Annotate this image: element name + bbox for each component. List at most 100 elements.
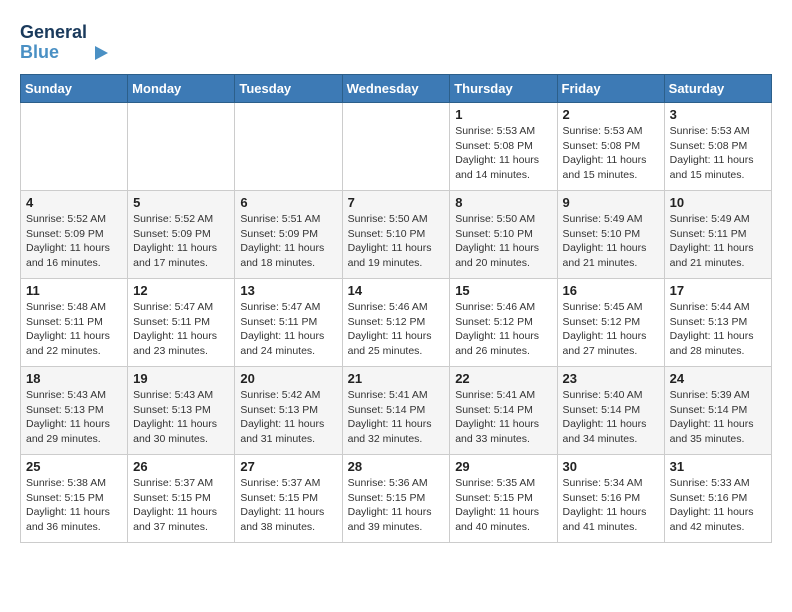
day-info: Sunrise: 5:50 AMSunset: 5:10 PMDaylight:… (455, 212, 551, 271)
calendar-cell: 21 Sunrise: 5:41 AMSunset: 5:14 PMDayligh… (342, 367, 450, 455)
calendar-cell: 12 Sunrise: 5:47 AMSunset: 5:11 PMDayligh… (128, 279, 235, 367)
day-number: 20 (240, 371, 336, 386)
day-info: Sunrise: 5:53 AMSunset: 5:08 PMDaylight:… (563, 124, 659, 183)
day-info: Sunrise: 5:48 AMSunset: 5:11 PMDaylight:… (26, 300, 122, 359)
calendar-cell: 3 Sunrise: 5:53 AMSunset: 5:08 PMDaylight… (664, 103, 771, 191)
calendar-cell: 20Sunrise: 5:42 AMSunset: 5:13 PMDayligh… (235, 367, 342, 455)
calendar-cell (342, 103, 450, 191)
day-number: 15 (455, 283, 551, 298)
weekday-header-friday: Friday (557, 75, 664, 103)
day-info: Sunrise: 5:50 AMSunset: 5:10 PMDaylight:… (348, 212, 445, 271)
day-number: 9 (563, 195, 659, 210)
logo-icon: GeneralBlue (20, 20, 110, 64)
svg-text:General: General (20, 22, 87, 42)
calendar-cell: 11 Sunrise: 5:48 AMSunset: 5:11 PMDayligh… (21, 279, 128, 367)
day-info: Sunrise: 5:46 AMSunset: 5:12 PMDaylight:… (348, 300, 445, 359)
calendar-cell: 4 Sunrise: 5:52 AMSunset: 5:09 PMDaylight… (21, 191, 128, 279)
calendar-cell: 30 Sunrise: 5:34 AMSunset: 5:16 PMDayligh… (557, 455, 664, 543)
calendar-cell: 14Sunrise: 5:46 AMSunset: 5:12 PMDayligh… (342, 279, 450, 367)
calendar-cell: 24 Sunrise: 5:39 AMSunset: 5:14 PMDayligh… (664, 367, 771, 455)
day-info: Sunrise: 5:53 AMSunset: 5:08 PMDaylight:… (670, 124, 766, 183)
calendar-cell: 25Sunrise: 5:38 AMSunset: 5:15 PMDayligh… (21, 455, 128, 543)
day-info: Sunrise: 5:43 AMSunset: 5:13 PMDaylight:… (133, 388, 229, 447)
calendar-cell (21, 103, 128, 191)
calendar-cell: 19Sunrise: 5:43 AMSunset: 5:13 PMDayligh… (128, 367, 235, 455)
day-number: 1 (455, 107, 551, 122)
day-number: 21 (348, 371, 445, 386)
calendar-cell: 26 Sunrise: 5:37 AMSunset: 5:15 PMDayligh… (128, 455, 235, 543)
weekday-header-sunday: Sunday (21, 75, 128, 103)
day-number: 12 (133, 283, 229, 298)
day-number: 6 (240, 195, 336, 210)
calendar-cell: 28 Sunrise: 5:36 AMSunset: 5:15 PMDayligh… (342, 455, 450, 543)
calendar-cell: 31 Sunrise: 5:33 AMSunset: 5:16 PMDayligh… (664, 455, 771, 543)
calendar-cell: 6Sunrise: 5:51 AMSunset: 5:09 PMDaylight… (235, 191, 342, 279)
calendar-week-3: 11 Sunrise: 5:48 AMSunset: 5:11 PMDayligh… (21, 279, 772, 367)
day-info: Sunrise: 5:52 AMSunset: 5:09 PMDaylight:… (26, 212, 122, 271)
calendar-cell: 8 Sunrise: 5:50 AMSunset: 5:10 PMDaylight… (450, 191, 557, 279)
calendar-week-5: 25Sunrise: 5:38 AMSunset: 5:15 PMDayligh… (21, 455, 772, 543)
day-info: Sunrise: 5:36 AMSunset: 5:15 PMDaylight:… (348, 476, 445, 535)
day-info: Sunrise: 5:41 AMSunset: 5:14 PMDaylight:… (455, 388, 551, 447)
calendar-cell: 15 Sunrise: 5:46 AMSunset: 5:12 PMDayligh… (450, 279, 557, 367)
calendar-cell: 27Sunrise: 5:37 AMSunset: 5:15 PMDayligh… (235, 455, 342, 543)
day-number: 4 (26, 195, 122, 210)
day-info: Sunrise: 5:49 AMSunset: 5:10 PMDaylight:… (563, 212, 659, 271)
day-info: Sunrise: 5:37 AMSunset: 5:15 PMDaylight:… (240, 476, 336, 535)
day-number: 3 (670, 107, 766, 122)
weekday-header-thursday: Thursday (450, 75, 557, 103)
weekday-header-tuesday: Tuesday (235, 75, 342, 103)
day-number: 17 (670, 283, 766, 298)
calendar-week-4: 18 Sunrise: 5:43 AMSunset: 5:13 PMDayligh… (21, 367, 772, 455)
calendar-cell: 17 Sunrise: 5:44 AMSunset: 5:13 PMDayligh… (664, 279, 771, 367)
day-info: Sunrise: 5:49 AMSunset: 5:11 PMDaylight:… (670, 212, 766, 271)
day-info: Sunrise: 5:37 AMSunset: 5:15 PMDaylight:… (133, 476, 229, 535)
day-number: 31 (670, 459, 766, 474)
day-info: Sunrise: 5:45 AMSunset: 5:12 PMDaylight:… (563, 300, 659, 359)
calendar-cell: 23 Sunrise: 5:40 AMSunset: 5:14 PMDayligh… (557, 367, 664, 455)
weekday-header-saturday: Saturday (664, 75, 771, 103)
day-number: 30 (563, 459, 659, 474)
day-number: 8 (455, 195, 551, 210)
day-number: 29 (455, 459, 551, 474)
day-info: Sunrise: 5:34 AMSunset: 5:16 PMDaylight:… (563, 476, 659, 535)
day-number: 26 (133, 459, 229, 474)
day-info: Sunrise: 5:41 AMSunset: 5:14 PMDaylight:… (348, 388, 445, 447)
weekday-header-wednesday: Wednesday (342, 75, 450, 103)
calendar-cell: 22 Sunrise: 5:41 AMSunset: 5:14 PMDayligh… (450, 367, 557, 455)
day-number: 23 (563, 371, 659, 386)
calendar-cell: 5Sunrise: 5:52 AMSunset: 5:09 PMDaylight… (128, 191, 235, 279)
day-number: 11 (26, 283, 122, 298)
day-number: 24 (670, 371, 766, 386)
day-number: 13 (240, 283, 336, 298)
day-info: Sunrise: 5:52 AMSunset: 5:09 PMDaylight:… (133, 212, 229, 271)
calendar-cell: 7Sunrise: 5:50 AMSunset: 5:10 PMDaylight… (342, 191, 450, 279)
calendar-cell: 29Sunrise: 5:35 AMSunset: 5:15 PMDayligh… (450, 455, 557, 543)
calendar-cell: 18Sunrise: 5:43 AMSunset: 5:13 PMDayligh… (21, 367, 128, 455)
calendar-week-1: 1 Sunrise: 5:53 AMSunset: 5:08 PMDaylight… (21, 103, 772, 191)
page-header: GeneralBlue (20, 20, 772, 64)
calendar-cell: 16Sunrise: 5:45 AMSunset: 5:12 PMDayligh… (557, 279, 664, 367)
calendar-cell: 10Sunrise: 5:49 AMSunset: 5:11 PMDayligh… (664, 191, 771, 279)
calendar-cell: 1 Sunrise: 5:53 AMSunset: 5:08 PMDaylight… (450, 103, 557, 191)
day-number: 28 (348, 459, 445, 474)
day-info: Sunrise: 5:47 AMSunset: 5:11 PMDaylight:… (240, 300, 336, 359)
day-number: 18 (26, 371, 122, 386)
day-info: Sunrise: 5:40 AMSunset: 5:14 PMDaylight:… (563, 388, 659, 447)
day-info: Sunrise: 5:47 AMSunset: 5:11 PMDaylight:… (133, 300, 229, 359)
day-info: Sunrise: 5:39 AMSunset: 5:14 PMDaylight:… (670, 388, 766, 447)
svg-text:Blue: Blue (20, 42, 59, 62)
calendar-table: SundayMondayTuesdayWednesdayThursdayFrid… (20, 74, 772, 543)
weekday-header-row: SundayMondayTuesdayWednesdayThursdayFrid… (21, 75, 772, 103)
day-info: Sunrise: 5:53 AMSunset: 5:08 PMDaylight:… (455, 124, 551, 183)
logo: GeneralBlue (20, 20, 110, 64)
day-number: 22 (455, 371, 551, 386)
day-number: 2 (563, 107, 659, 122)
weekday-header-monday: Monday (128, 75, 235, 103)
day-info: Sunrise: 5:44 AMSunset: 5:13 PMDaylight:… (670, 300, 766, 359)
day-info: Sunrise: 5:33 AMSunset: 5:16 PMDaylight:… (670, 476, 766, 535)
calendar-cell (235, 103, 342, 191)
calendar-cell: 9 Sunrise: 5:49 AMSunset: 5:10 PMDaylight… (557, 191, 664, 279)
day-info: Sunrise: 5:46 AMSunset: 5:12 PMDaylight:… (455, 300, 551, 359)
calendar-cell (128, 103, 235, 191)
